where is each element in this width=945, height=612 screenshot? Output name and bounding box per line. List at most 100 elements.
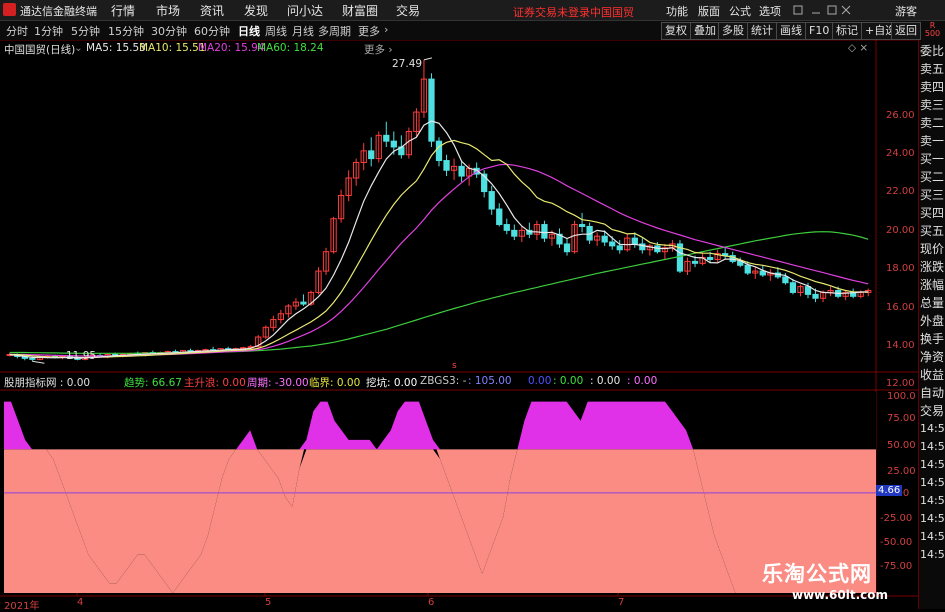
ind-tick-neg50: -50.00 — [880, 537, 913, 548]
candle-body — [29, 357, 36, 360]
indicator-pit: 挖坑: 0.00 — [366, 377, 418, 389]
menu-item-options[interactable]: 选项 — [759, 3, 781, 19]
menu-item-news[interactable]: 资讯 — [200, 2, 224, 19]
side-item-12[interactable]: 涨跌 — [920, 258, 944, 275]
ma20-legend: MA20: 15.94 — [198, 42, 265, 54]
period-60min[interactable]: 60分钟 — [194, 23, 230, 39]
menu-item-wealth[interactable]: 财富圈 — [342, 2, 378, 19]
side-item-15[interactable]: 外盘 — [920, 312, 944, 329]
high-price-marker: 27.49 — [392, 58, 423, 70]
menu-item-ask[interactable]: 问小达 — [287, 2, 323, 19]
period-5min[interactable]: 5分钟 — [71, 23, 100, 39]
candle-body — [631, 237, 638, 245]
side-item-0[interactable]: 委比 — [920, 42, 944, 59]
low-marker-line — [32, 360, 45, 364]
menu-item-formula[interactable]: 公式 — [729, 3, 751, 19]
candle-body — [812, 293, 819, 299]
side-item-3[interactable]: 卖三 — [920, 96, 944, 113]
overlay-button[interactable]: 叠加 — [690, 22, 720, 40]
r-badge-number: 500 — [924, 29, 941, 38]
settings-toggle-icon[interactable]: ⌄ — [74, 42, 83, 54]
side-item-2[interactable]: 卖四 — [920, 78, 944, 95]
indicator-trend: 趋势: 66.67 — [124, 377, 182, 389]
period-15min[interactable]: 15分钟 — [108, 23, 144, 39]
period-daily[interactable]: 日线 — [238, 23, 260, 39]
side-time-3: 14:56 — [920, 476, 945, 489]
side-item-5[interactable]: 卖一 — [920, 132, 944, 149]
indicator-current-value: 4.66 — [876, 485, 903, 496]
side-item-1[interactable]: 卖五 — [920, 60, 944, 77]
indicator-zbgs3: ZBGS3: - — [420, 375, 467, 387]
event-marker[interactable]: s — [452, 361, 457, 371]
f10-button[interactable]: F10 — [805, 22, 834, 40]
period-monthly[interactable]: 月线 — [292, 23, 314, 39]
y-tick-18: 18.00 — [886, 263, 915, 274]
candle-body — [563, 243, 571, 253]
draw-line-button[interactable]: 画线 — [776, 22, 806, 40]
period-1min[interactable]: 1分钟 — [34, 23, 63, 39]
ind-tick-50: 50.00 — [887, 440, 916, 451]
maximize-icon[interactable] — [827, 5, 837, 15]
period-more[interactable]: 更多 — [358, 23, 380, 39]
side-item-8[interactable]: 买三 — [920, 186, 944, 203]
mark-button[interactable]: 标记 — [832, 22, 862, 40]
ind-tick-25: 25.00 — [887, 466, 916, 477]
period-multi[interactable]: 多周期 — [318, 23, 351, 39]
candle-body — [616, 245, 623, 251]
candle-body — [300, 301, 307, 305]
side-item-19[interactable]: 自动 — [920, 384, 944, 401]
menu-item-function[interactable]: 功能 — [666, 3, 688, 19]
menu-item-trade[interactable]: 交易 — [396, 2, 420, 19]
side-item-13[interactable]: 涨幅 — [920, 276, 944, 293]
period-weekly[interactable]: 周线 — [265, 23, 287, 39]
side-time-5: 14:56 — [920, 512, 945, 525]
period-30min[interactable]: 30分钟 — [151, 23, 187, 39]
window-icon[interactable] — [793, 5, 803, 15]
close-icon[interactable] — [841, 5, 851, 15]
side-item-20[interactable]: 交易 — [920, 402, 944, 419]
side-item-9[interactable]: 买四 — [920, 204, 944, 221]
side-item-7[interactable]: 买二 — [920, 168, 944, 185]
candle-body — [390, 140, 397, 148]
menu-item-discover[interactable]: 发现 — [244, 2, 268, 19]
indicator-band-bg — [4, 392, 876, 450]
more-legend-icon[interactable]: 更多 › — [364, 42, 393, 57]
side-time-2: 14:56 — [920, 458, 945, 471]
menu-item-market[interactable]: 行情 — [111, 2, 135, 19]
side-item-17[interactable]: 净资 — [920, 348, 944, 365]
side-item-4[interactable]: 卖二 — [920, 114, 944, 131]
chart-title: 中国国贸(日线) — [4, 44, 76, 56]
period-toolbar: 分时 1分钟 5分钟 15分钟 30分钟 60分钟 日线 周线 月线 多周期 更… — [0, 21, 945, 41]
menu-item-layout[interactable]: 版面 — [698, 3, 720, 19]
statistics-button[interactable]: 统计 — [747, 22, 777, 40]
side-item-14[interactable]: 总量 — [920, 294, 944, 311]
x-date-jul: 7 — [618, 597, 625, 608]
trade-login-status[interactable]: 证券交易未登录 — [513, 4, 590, 20]
chart-area[interactable] — [0, 40, 918, 609]
candle-body — [488, 191, 495, 210]
back-button[interactable]: 返回 — [891, 22, 921, 40]
side-item-10[interactable]: 买五 — [920, 222, 944, 239]
chevron-right-icon[interactable]: › — [384, 23, 388, 36]
candle-body — [789, 282, 797, 293]
y-tick-26: 26.00 — [886, 110, 915, 121]
ind-tick-100: 100.0 — [887, 391, 916, 402]
x-date-apr: 4 — [77, 597, 84, 608]
indicator-value-105: : 105.00 — [468, 375, 512, 387]
app-title: 通达信金融终端 — [20, 5, 97, 18]
candle-body — [691, 260, 699, 264]
side-item-6[interactable]: 买一 — [920, 150, 944, 167]
candle-body — [496, 208, 503, 226]
indicator-name[interactable]: 股朋指标网 : 0.00 — [4, 375, 90, 390]
legend-settings-icon[interactable]: ◇ × — [848, 42, 868, 54]
menu-item-exchange[interactable]: 市场 — [156, 2, 180, 19]
period-timeshare[interactable]: 分时 — [6, 23, 28, 39]
side-item-18[interactable]: 收益 — [920, 366, 944, 383]
ma10-line — [9, 139, 869, 359]
multi-stock-button[interactable]: 多股 — [718, 22, 748, 40]
side-item-11[interactable]: 现价 — [920, 240, 944, 257]
indicator-main-wave: 主升浪: 0.00 — [184, 377, 246, 389]
adjust-button[interactable]: 复权 — [661, 22, 691, 40]
side-item-16[interactable]: 换手 — [920, 330, 944, 347]
guest-label[interactable]: 游客 — [895, 3, 917, 19]
